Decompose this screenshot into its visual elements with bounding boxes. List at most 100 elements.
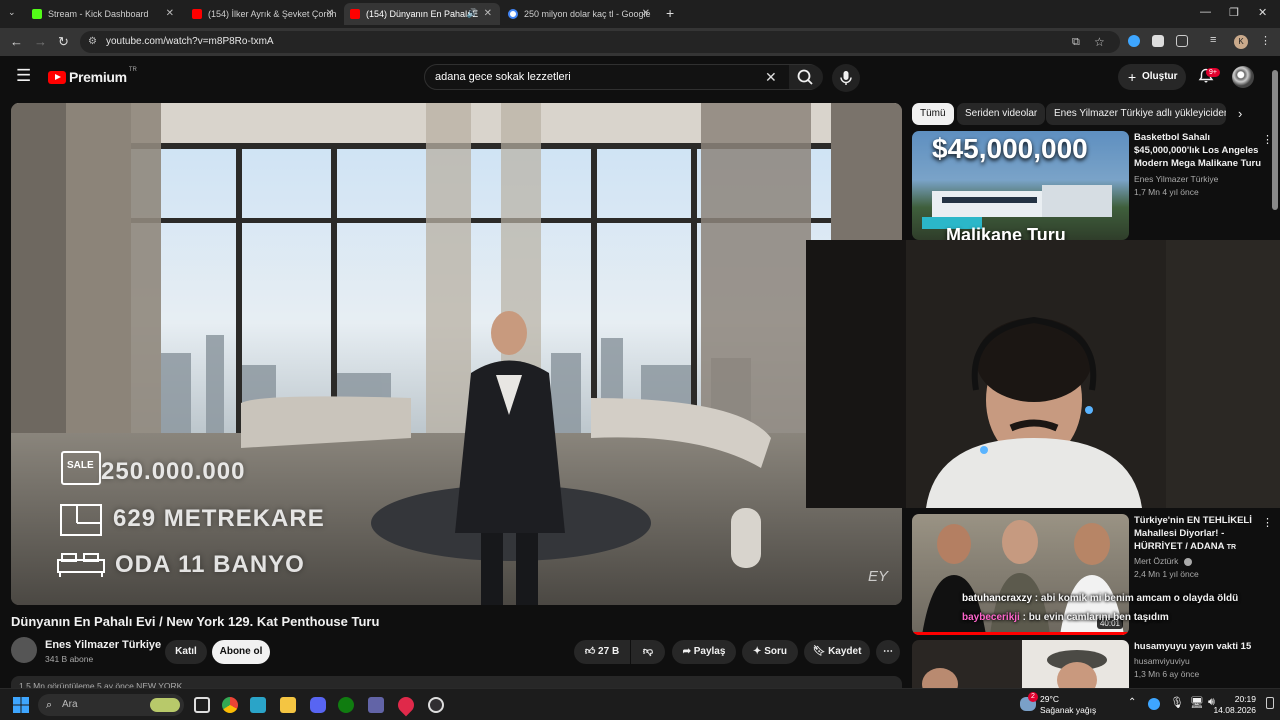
more-actions-button[interactable]: ⋯ — [876, 640, 900, 664]
notifications-icon[interactable] — [1266, 697, 1274, 709]
tab-google-search[interactable]: 250 milyon dolar kaç tl - Google ✕ — [502, 3, 658, 25]
search-input[interactable]: adana gece sokak lezzetleri — [435, 71, 571, 83]
rec-channel[interactable]: Enes Yilmazer Türkiye — [1134, 174, 1218, 184]
share-icon: ➦ — [682, 646, 691, 657]
search-button[interactable] — [789, 65, 823, 89]
notification-count-badge: 9+ — [1206, 68, 1220, 77]
forward-icon[interactable]: → — [34, 34, 47, 49]
bookmark-icon: 🔖︎ — [812, 646, 826, 657]
create-button[interactable]: + Oluştur — [1118, 64, 1186, 90]
tab-search-icon[interactable]: ⌄ — [8, 7, 16, 18]
scrollbar-thumb[interactable] — [1272, 70, 1278, 210]
channel-name[interactable]: Enes Yilmazer Türkiye — [45, 639, 161, 651]
tab-youtube-active[interactable]: (154) Dünyanın En Pahalı Evi 🔊 ✕ — [344, 3, 500, 25]
ask-button[interactable]: ✦ Soru — [742, 640, 798, 664]
chips-next-icon[interactable]: › — [1238, 106, 1242, 121]
close-tab-icon[interactable]: ✕ — [642, 8, 650, 19]
page-scrollbar[interactable] — [1272, 62, 1278, 688]
extension-icon[interactable] — [1128, 35, 1140, 47]
xbox-icon[interactable] — [338, 697, 354, 713]
voice-search-button[interactable] — [832, 64, 860, 92]
thumbnail-caption-text: Malikane Turu — [946, 225, 1066, 240]
chip-uploader[interactable]: Enes Yilmazer Türkiye adlı yükleyiciden — [1046, 103, 1226, 125]
youtube-premium-logo[interactable]: Premium TR — [48, 67, 137, 85]
reload-icon[interactable]: ↻ — [58, 34, 69, 50]
subscribe-button[interactable]: Abone ol — [212, 640, 270, 664]
minimize-icon[interactable]: — — [1200, 6, 1211, 18]
reading-list-icon[interactable]: ≡ — [1210, 34, 1216, 46]
close-window-icon[interactable]: ✕ — [1258, 6, 1267, 19]
verified-icon — [1183, 557, 1192, 566]
logo-region: TR — [128, 67, 137, 73]
clear-search-icon[interactable]: ✕ — [765, 69, 777, 86]
close-tab-icon[interactable]: ✕ — [166, 8, 174, 19]
teams-icon[interactable] — [368, 697, 384, 713]
region-tag: TR — [1226, 544, 1237, 551]
install-app-icon[interactable]: ⧉ — [1072, 31, 1080, 53]
price-overlay: 250.000.000 — [101, 458, 246, 485]
bed-icon — [57, 553, 105, 577]
back-icon[interactable]: ← — [10, 34, 23, 49]
extension-icon[interactable] — [1152, 35, 1164, 47]
like-button[interactable]: 👍︎ 27 B — [574, 640, 630, 664]
rec-meta: 1,7 Mn 4 yıl önce — [1134, 187, 1199, 197]
tray-app-icon[interactable] — [1148, 698, 1160, 710]
location-pin-icon[interactable] — [394, 693, 418, 717]
search-box[interactable]: adana gece sokak lezzetleri ✕ — [424, 64, 823, 90]
streamer-webcam-overlay — [806, 240, 1280, 508]
save-button[interactable]: 🔖︎ Kaydet — [804, 640, 870, 664]
new-tab-button[interactable]: + — [666, 5, 674, 21]
chrome-icon[interactable] — [222, 697, 238, 713]
audio-playing-icon[interactable]: 🔊 — [467, 8, 478, 19]
site-info-icon[interactable]: ⚙ — [88, 31, 97, 53]
windows-start-icon[interactable] — [13, 697, 29, 713]
rec-channel[interactable]: husamviyuviyu — [1134, 656, 1190, 666]
rec-title[interactable]: husamyuyu yayın vakti 15 — [1134, 640, 1264, 653]
system-clock[interactable]: 20:19 14.08.2026 — [1213, 694, 1256, 716]
close-tab-icon[interactable]: ✕ — [326, 8, 334, 19]
profile-avatar[interactable]: K — [1234, 35, 1248, 49]
video-player[interactable]: SALE 250.000.000 629 METREKARE ODA 11 BA… — [11, 103, 902, 605]
restore-icon[interactable]: ❐ — [1229, 6, 1239, 19]
rec-title[interactable]: Türkiye'nin EN TEHLİKELİ Mahallesi Diyor… — [1134, 514, 1266, 554]
windows-taskbar: ⌕ Ara 2 29°C Sağanak yağış ⌃ 🎙︎ 🖥︎ 🔊︎ 20… — [0, 688, 1280, 720]
hamburger-menu-icon[interactable]: ☰ — [16, 66, 31, 86]
channel-avatar[interactable] — [11, 637, 37, 663]
video-title: Dünyanın En Pahalı Evi / New York 129. K… — [11, 614, 380, 629]
bookmark-star-icon[interactable]: ☆ — [1094, 31, 1105, 53]
network-icon[interactable]: 🖥︎ — [1190, 696, 1204, 709]
close-tab-icon[interactable]: ✕ — [484, 8, 492, 19]
rec-thumbnail[interactable] — [912, 640, 1129, 688]
app-icon[interactable] — [250, 697, 266, 713]
search-icon: ⌕ — [46, 699, 53, 711]
address-bar[interactable]: ⚙ youtube.com/watch?v=m8P8Ro-txmA ⧉ ☆ — [80, 31, 1120, 53]
taskbar-search[interactable]: ⌕ Ara — [38, 694, 184, 716]
rec-title[interactable]: Basketbol Sahalı $45,000,000'lık Los Ang… — [1134, 131, 1264, 170]
extensions-puzzle-icon[interactable] — [1176, 35, 1188, 47]
discord-icon[interactable] — [310, 697, 326, 713]
rec-channel[interactable]: Mert Öztürk — [1134, 556, 1192, 566]
weather-widget[interactable]: 29°C Sağanak yağış — [1040, 694, 1096, 716]
dislike-button[interactable]: 👎︎ — [631, 640, 665, 664]
browser-menu-icon[interactable]: ⋮ — [1260, 34, 1271, 47]
description-box[interactable]: 1,5 Mn görüntüleme 5 ay önce NEW YORK — [11, 676, 902, 688]
rec-thumbnail[interactable]: $45,000,000 Malikane Turu — [912, 131, 1129, 240]
tab-kick-dashboard[interactable]: Stream - Kick Dashboard ✕ — [26, 3, 182, 25]
chip-series[interactable]: Seriden videolar — [957, 103, 1046, 125]
tray-overflow-icon[interactable]: ⌃ — [1128, 697, 1136, 708]
sale-badge: SALE — [67, 460, 94, 471]
file-explorer-icon[interactable] — [280, 697, 296, 713]
microphone-icon — [840, 71, 852, 85]
task-view-icon[interactable] — [194, 697, 210, 713]
account-avatar[interactable] — [1232, 66, 1254, 88]
weather-badge: 2 — [1028, 692, 1038, 702]
tab-youtube-ilker[interactable]: (154) İlker Ayrık & Şevket Çoruh ✕ — [186, 3, 342, 25]
microphone-icon[interactable]: 🎙︎ — [1170, 696, 1184, 709]
chip-all[interactable]: Tümü — [912, 103, 954, 125]
search-icon — [797, 69, 813, 85]
youtube-masthead: ☰ Premium TR adana gece sokak lezzetleri… — [0, 56, 1270, 98]
subscriber-count: 341 B abone — [45, 654, 94, 664]
obs-icon[interactable] — [428, 697, 444, 713]
join-button[interactable]: Katıl — [165, 640, 207, 664]
share-button[interactable]: ➦ Paylaş — [672, 640, 736, 664]
